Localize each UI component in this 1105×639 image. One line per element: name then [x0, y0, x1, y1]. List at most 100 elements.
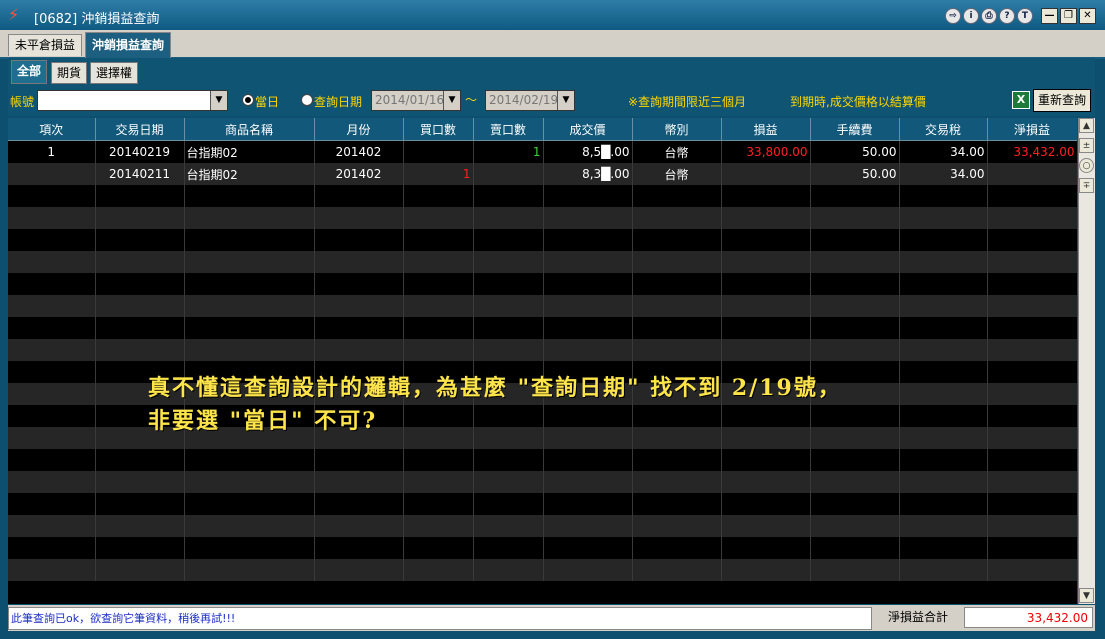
table-cell: [721, 493, 811, 515]
chevron-down-icon[interactable]: ▼: [557, 91, 574, 110]
info-icon[interactable]: i: [963, 8, 979, 24]
table-row[interactable]: [8, 559, 1077, 581]
column-header[interactable]: 幣別: [632, 118, 722, 141]
scroll-page-down-icon[interactable]: ∓: [1079, 178, 1094, 193]
table-row[interactable]: [8, 537, 1077, 559]
account-select[interactable]: ▼: [37, 90, 228, 111]
table-cell: [987, 295, 1077, 317]
date-from-picker[interactable]: 2014/01/16 ▼: [371, 90, 461, 111]
column-header[interactable]: 買口數: [403, 118, 474, 141]
table-cell: [987, 559, 1077, 581]
column-header[interactable]: 項次: [8, 118, 96, 141]
table-row[interactable]: [8, 273, 1077, 295]
chevron-down-icon[interactable]: ▼: [210, 91, 227, 110]
table-row[interactable]: [8, 339, 1077, 361]
table-cell: [403, 559, 474, 581]
table-cell: [810, 559, 900, 581]
table-row[interactable]: [8, 229, 1077, 251]
status-message: 此筆查詢已ok，欲查詢它筆資料，稍後再試!!!: [8, 607, 872, 630]
table-cell: [403, 515, 474, 537]
table-cell: [810, 515, 900, 537]
tab-all[interactable]: 全部: [11, 60, 48, 84]
table-row[interactable]: 1 20140219 台指期02 201402 1 8,5█.00 台幣 33,800.00 5…: [8, 140, 1077, 163]
window-controls: — ❐ ✕: [1041, 8, 1096, 24]
table-cell: [543, 207, 633, 229]
export-icon[interactable]: ⇨: [945, 8, 961, 24]
scroll-up-icon[interactable]: ▲: [1079, 118, 1094, 133]
table-cell: [473, 449, 544, 471]
table-cell: 8,3█.00: [543, 163, 633, 185]
inner-tab-strip: 全部 期貨 選擇權: [8, 58, 1095, 84]
table-cell: [473, 163, 544, 185]
net-pnl-total-value: 33,432.00: [964, 607, 1093, 628]
tab-options[interactable]: 選擇權: [90, 62, 139, 84]
table-row[interactable]: 20140211 台指期02 201402 1 8,3█.00 台幣 50.00 34.00: [8, 163, 1077, 185]
column-header[interactable]: 賣口數: [473, 118, 544, 141]
table-cell: [721, 185, 811, 207]
table-cell: [899, 515, 988, 537]
column-header[interactable]: 損益: [721, 118, 811, 141]
table-cell: [987, 493, 1077, 515]
table-cell: [95, 537, 185, 559]
table-cell: [403, 207, 474, 229]
minimize-button[interactable]: —: [1041, 8, 1058, 24]
table-cell: [8, 207, 96, 229]
table-cell: 1: [403, 163, 474, 185]
radio-today[interactable]: [242, 94, 254, 106]
column-header[interactable]: 交易稅: [899, 118, 988, 141]
tab-futures[interactable]: 期貨: [51, 62, 88, 84]
date-to-picker[interactable]: 2014/02/19 ▼: [485, 90, 575, 111]
table-cell: [810, 273, 900, 295]
excel-export-icon[interactable]: X: [1012, 91, 1030, 109]
query-period-note: ※查詢期間限近三個月: [628, 95, 747, 109]
chevron-down-icon[interactable]: ▼: [443, 91, 460, 110]
table-cell: [543, 339, 633, 361]
scroll-down-icon[interactable]: ▼: [1079, 588, 1094, 603]
table-cell: [721, 515, 811, 537]
column-header[interactable]: 淨損益: [987, 118, 1077, 141]
table-cell: [314, 185, 404, 207]
table-cell: 50.00: [810, 163, 900, 185]
scroll-page-up-icon[interactable]: ±: [1079, 138, 1094, 153]
column-header[interactable]: 交易日期: [95, 118, 185, 141]
table-row[interactable]: [8, 185, 1077, 207]
maximize-button[interactable]: ❐: [1060, 8, 1077, 24]
print-icon[interactable]: ⎙: [981, 8, 997, 24]
requery-button[interactable]: 重新查詢: [1033, 89, 1091, 112]
close-button[interactable]: ✕: [1079, 8, 1096, 24]
table-cell: [899, 471, 988, 493]
table-row[interactable]: [8, 471, 1077, 493]
table-row[interactable]: [8, 515, 1077, 537]
radio-date-range[interactable]: [301, 94, 313, 106]
column-header[interactable]: 手續費: [810, 118, 900, 141]
table-cell: [403, 339, 474, 361]
table-cell: [8, 251, 96, 273]
column-header[interactable]: 成交價: [543, 118, 633, 141]
table-cell: 台幣: [632, 140, 722, 163]
table-cell: [810, 317, 900, 339]
title-bar[interactable]: ⚡ [0682] 沖銷損益查詢 ⇨ i ⎙ ? T — ❐ ✕: [0, 0, 1105, 30]
table-row[interactable]: [8, 207, 1077, 229]
column-header[interactable]: 商品名稱: [184, 118, 315, 141]
table-cell: [473, 493, 544, 515]
table-row[interactable]: [8, 317, 1077, 339]
table-cell: [473, 295, 544, 317]
column-header[interactable]: 月份: [314, 118, 404, 141]
table-cell: [184, 493, 315, 515]
table-cell: [8, 405, 96, 427]
help-icon[interactable]: ?: [999, 8, 1015, 24]
vertical-scrollbar[interactable]: ▲ ± ○ ∓ ▼: [1078, 118, 1095, 604]
scroll-center-icon[interactable]: ○: [1079, 158, 1094, 173]
table-cell: [314, 339, 404, 361]
tab-realized-pnl-query[interactable]: 沖銷損益查詢: [85, 32, 172, 58]
results-grid: 項次 交易日期 商品名稱 月份 買口數 賣口數 成交價 幣別 損益 手續費 交易稅 淨損益 1 2014…: [8, 118, 1077, 604]
annotation-overlay: 真不懂這查詢設計的邏輯，為甚麼 "查詢日期" 找不到 2/19號， 非要選 "當…: [148, 372, 1008, 438]
table-row[interactable]: [8, 449, 1077, 471]
window-title: [0682] 沖銷損益查詢: [34, 12, 160, 27]
table-row[interactable]: [8, 295, 1077, 317]
tab-unrealized-pnl[interactable]: 未平倉損益: [8, 34, 83, 56]
table-row[interactable]: [8, 251, 1077, 273]
text-icon[interactable]: T: [1017, 8, 1033, 24]
table-cell: 1: [473, 140, 544, 163]
table-row[interactable]: [8, 493, 1077, 515]
